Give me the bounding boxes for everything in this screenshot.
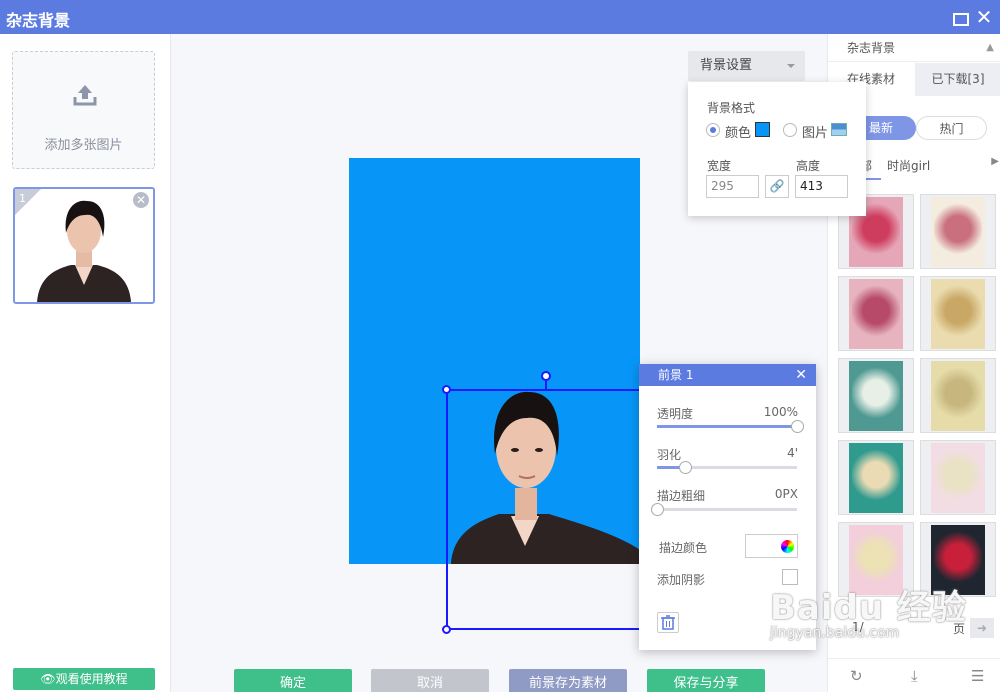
rotate-handle[interactable]	[541, 371, 551, 381]
thumb-number: 1	[19, 192, 26, 205]
confirm-button[interactable]: 确定	[234, 669, 352, 692]
width-input[interactable]: 295	[706, 175, 759, 198]
radio-color-label: 颜色	[725, 126, 752, 141]
stroke-width-value: 0PX	[774, 487, 798, 501]
template-tile[interactable]	[838, 440, 914, 515]
refresh-icon[interactable]: ↻	[850, 667, 863, 685]
image-list-panel: 添加多张图片 1 ✕ 👁观看使用教程	[0, 34, 171, 692]
opacity-slider[interactable]	[657, 420, 804, 433]
vintage-poster-red-icon	[849, 279, 903, 349]
template-tile[interactable]	[920, 358, 996, 433]
feather-slider[interactable]	[657, 461, 797, 474]
stroke-color-picker[interactable]	[745, 534, 798, 558]
sort-arrows-icon: ▲	[986, 42, 994, 53]
next-page-button[interactable]: ➜	[970, 618, 994, 638]
eye-icon: 👁	[40, 672, 56, 686]
height-input[interactable]: 413	[795, 175, 848, 198]
template-tile[interactable]	[920, 440, 996, 515]
stroke-width-slider[interactable]	[651, 503, 797, 516]
opacity-value: 100%	[763, 405, 798, 419]
feather-label: 羽化	[657, 448, 682, 462]
chevron-right-icon[interactable]: ▶	[991, 156, 999, 167]
save-share-button[interactable]: 保存与分享	[647, 669, 765, 692]
opacity-label: 透明度	[657, 407, 694, 421]
remove-image-icon[interactable]: ✕	[133, 192, 149, 208]
feather-knob[interactable]	[679, 461, 692, 474]
link-aspect-icon[interactable]: 🔗	[765, 175, 789, 198]
background-settings-button[interactable]: 背景设置	[688, 51, 805, 81]
template-tile[interactable]	[920, 194, 996, 269]
stroke-width-label: 描边粗细	[657, 489, 706, 503]
layers-icon[interactable]: ☰	[971, 667, 984, 685]
maximize-icon[interactable]	[949, 7, 969, 27]
shadow-label: 添加阴影	[657, 573, 706, 587]
category-fashion-girl[interactable]: 时尚girl	[887, 157, 930, 174]
radio-image[interactable]	[783, 123, 797, 137]
rotate-handle-line	[545, 380, 547, 389]
image-thumbnail[interactable]: 1 ✕	[13, 187, 155, 304]
template-tile[interactable]	[920, 276, 996, 351]
template-tile[interactable]	[838, 358, 914, 433]
cancel-button[interactable]: 取消	[371, 669, 489, 692]
image-icon[interactable]	[831, 123, 847, 136]
tutorial-button[interactable]: 👁观看使用教程	[13, 668, 155, 690]
template-tile[interactable]	[838, 276, 914, 351]
width-label: 宽度	[707, 159, 732, 173]
watermark-line1: Baidu 经验	[770, 588, 967, 628]
height-label: 高度	[796, 159, 821, 173]
radio-color[interactable]	[706, 123, 720, 137]
chevron-down-icon	[787, 64, 795, 68]
upload-icon	[73, 85, 97, 106]
radio-image-label: 图片	[802, 126, 829, 141]
category-dropdown-value: 杂志背景	[847, 41, 896, 55]
window-title: 杂志背景	[6, 11, 71, 30]
pink-floral-frame-icon	[931, 443, 985, 513]
tutorial-label: 观看使用教程	[55, 672, 128, 686]
foreground-panel-header: 前景 1 ✕	[639, 364, 816, 386]
title-bar: 杂志背景 ✕	[0, 0, 1000, 34]
selection-frame[interactable]	[442, 385, 641, 634]
ice-cream-poster-pink-icon	[931, 197, 985, 267]
add-images-label: 添加多张图片	[44, 138, 123, 153]
opacity-knob[interactable]	[791, 420, 804, 433]
resize-handle-top-left[interactable]	[442, 385, 451, 394]
background-format-label: 背景格式	[707, 101, 756, 115]
background-settings-popup: 背景格式 颜色 图片 宽度 高度 295 🔗 413	[688, 82, 866, 216]
close-icon[interactable]: ✕	[795, 364, 807, 386]
floral-oval-frame-icon	[931, 361, 985, 431]
save-as-material-button[interactable]: 前景存为素材	[509, 669, 627, 692]
teal-frame-flowers-icon	[849, 443, 903, 513]
opacity-fill	[657, 425, 797, 428]
foreground-panel-title: 前景 1	[658, 368, 694, 382]
materials-toolbar: ↻ ⤓ ☰	[828, 658, 1000, 692]
delete-button[interactable]	[657, 612, 679, 633]
download-icon[interactable]: ⤓	[911, 667, 918, 685]
stroke-color-label: 描边颜色	[659, 541, 708, 555]
background-color-swatch[interactable]	[755, 122, 770, 137]
feather-value: 4'	[787, 446, 798, 460]
background-settings-label: 背景设置	[700, 58, 753, 73]
resize-handle-bottom-left[interactable]	[442, 625, 451, 634]
filter-hot-button[interactable]: 热门	[916, 116, 987, 140]
category-dropdown[interactable]: 杂志背景 ▲	[828, 34, 1000, 62]
baidu-watermark: Baidu 经验 jingyan.baidu.com	[770, 580, 967, 641]
color-wheel-icon	[781, 540, 794, 553]
vintage-frame-beige-icon	[931, 279, 985, 349]
close-icon[interactable]: ✕	[974, 7, 994, 27]
floral-frame-teal-icon	[849, 361, 903, 431]
stroke-width-knob[interactable]	[651, 503, 664, 516]
add-images-button[interactable]: 添加多张图片	[12, 51, 155, 169]
tab-downloaded[interactable]: 已下载[3]	[915, 63, 1000, 96]
trash-icon	[661, 615, 675, 630]
